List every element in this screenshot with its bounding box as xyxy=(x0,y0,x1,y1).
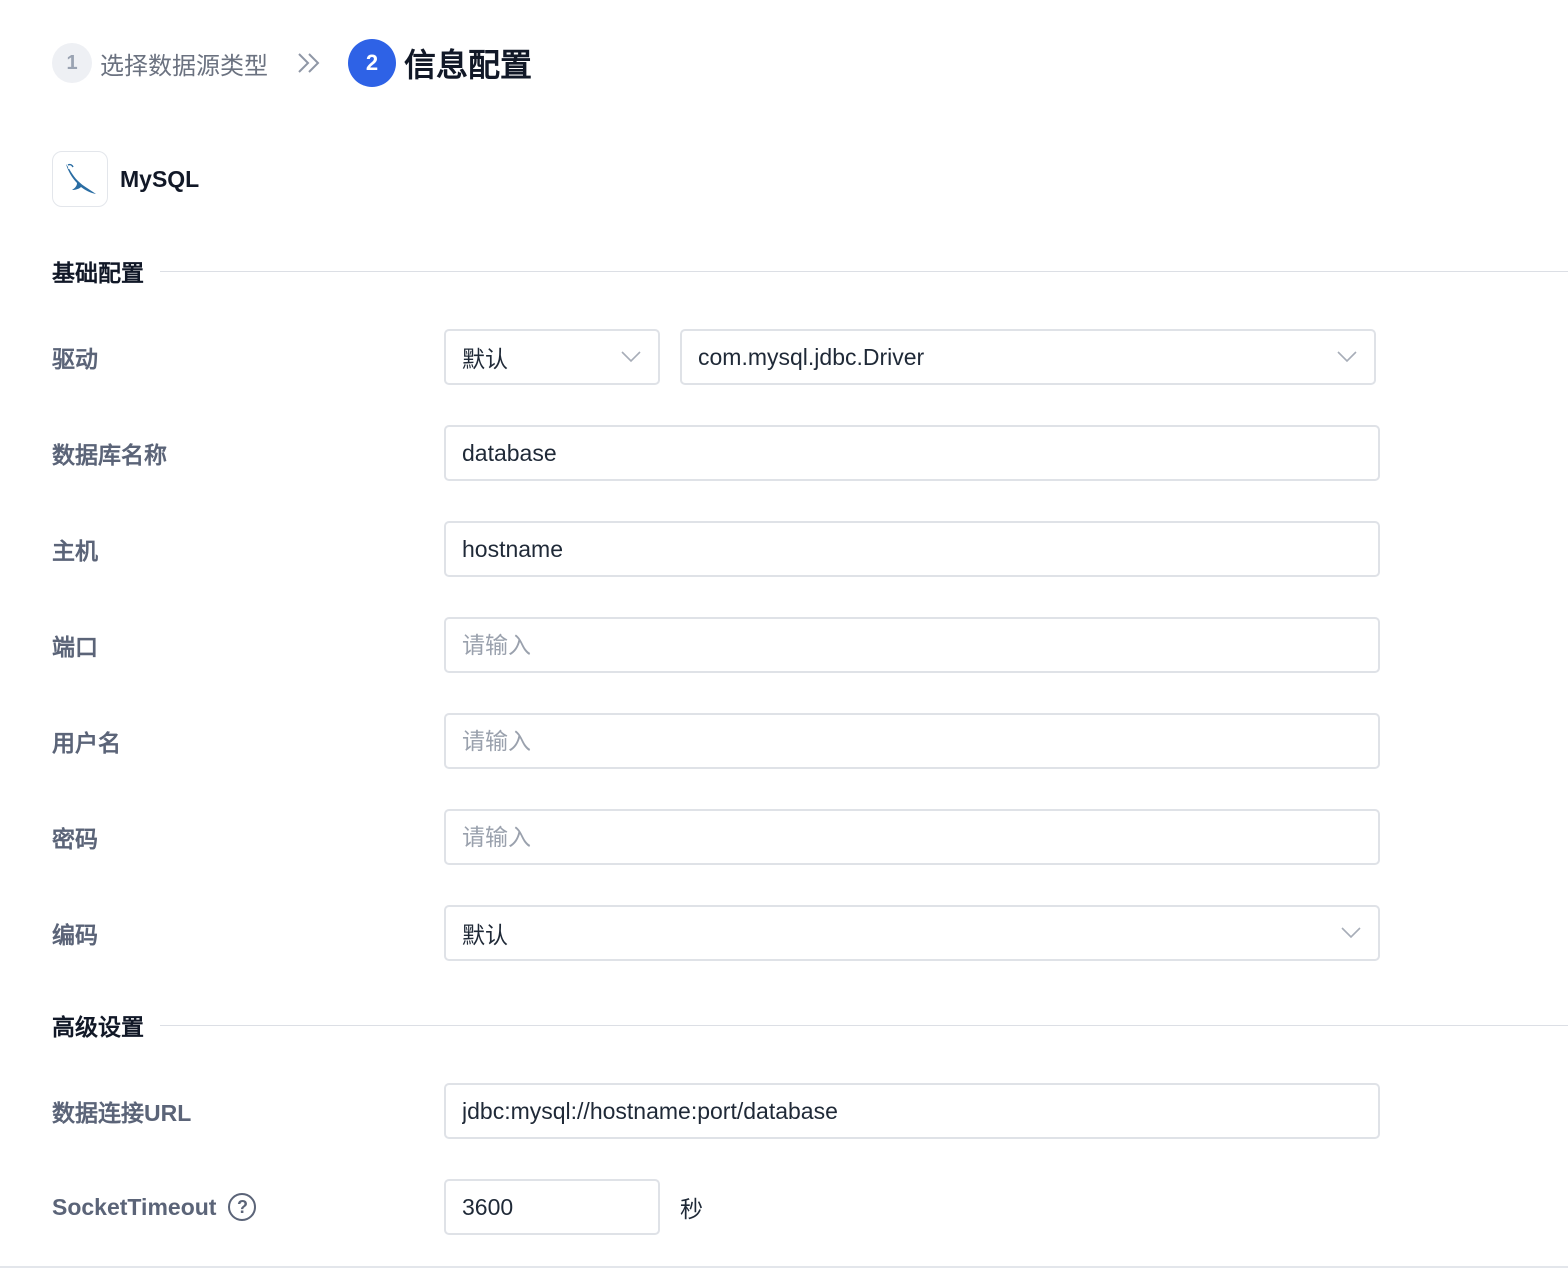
step-2-label: 信息配置 xyxy=(404,47,533,83)
username-row: 用户名 xyxy=(52,713,1380,769)
section-divider xyxy=(160,1024,1568,1026)
username-field[interactable] xyxy=(444,713,1380,769)
section-basic: 基础配置 xyxy=(52,254,1568,288)
driver-mode-value: 默认 xyxy=(462,346,508,372)
url-label: 数据连接URL xyxy=(52,1100,192,1126)
port-input[interactable] xyxy=(462,631,1362,659)
chevron-down-icon xyxy=(1337,351,1357,363)
host-input[interactable] xyxy=(462,535,1362,563)
username-input[interactable] xyxy=(462,727,1362,755)
host-row: 主机 xyxy=(52,521,1380,577)
driver-class-select[interactable]: com.mysql.jdbc.Driver xyxy=(680,329,1376,385)
step-2-number: 2 xyxy=(348,39,396,87)
port-label: 端口 xyxy=(52,634,98,660)
password-label: 密码 xyxy=(52,826,98,852)
username-label: 用户名 xyxy=(52,730,121,756)
section-advanced: 高级设置 xyxy=(52,1008,1568,1042)
datasource-badge: MySQL xyxy=(52,151,199,207)
database-label: 数据库名称 xyxy=(52,442,167,468)
datasource-name: MySQL xyxy=(120,165,200,192)
host-field[interactable] xyxy=(444,521,1380,577)
database-row: 数据库名称 xyxy=(52,425,1380,481)
chevron-down-icon xyxy=(1341,927,1361,939)
driver-mode-select[interactable]: 默认 xyxy=(444,329,660,385)
database-input[interactable] xyxy=(462,439,1362,467)
password-field[interactable] xyxy=(444,809,1380,865)
url-field[interactable] xyxy=(444,1083,1380,1139)
encoding-select[interactable]: 默认 xyxy=(444,905,1380,961)
double-chevron-right-icon xyxy=(296,49,322,77)
socket-timeout-label-group: SocketTimeout ? xyxy=(52,1193,444,1221)
port-row: 端口 xyxy=(52,617,1380,673)
section-basic-title: 基础配置 xyxy=(52,260,144,286)
steps-header: 1 选择数据源类型 2 信息配置 xyxy=(52,39,532,87)
socket-timeout-input[interactable] xyxy=(462,1193,642,1221)
socket-timeout-field[interactable] xyxy=(444,1179,660,1235)
url-input[interactable] xyxy=(462,1097,1362,1125)
password-row: 密码 xyxy=(52,809,1380,865)
driver-row: 驱动 默认 com.mysql.jdbc.Driver xyxy=(52,329,1376,385)
section-divider xyxy=(160,270,1568,272)
encoding-label: 编码 xyxy=(52,922,98,948)
host-label: 主机 xyxy=(52,538,98,564)
password-input[interactable] xyxy=(462,823,1362,851)
driver-class-value: com.mysql.jdbc.Driver xyxy=(698,343,925,370)
section-advanced-title: 高级设置 xyxy=(52,1014,144,1040)
socket-timeout-label: SocketTimeout xyxy=(52,1193,217,1220)
chevron-down-icon xyxy=(621,351,641,363)
step-1[interactable]: 1 选择数据源类型 xyxy=(52,43,268,83)
step-1-label: 选择数据源类型 xyxy=(100,52,268,80)
datasource-config-page: 1 选择数据源类型 2 信息配置 MySQL 基础配置 驱动 默认 com.my… xyxy=(0,0,1568,1270)
url-row: 数据连接URL xyxy=(52,1083,1380,1139)
step-2[interactable]: 2 信息配置 xyxy=(348,39,532,87)
driver-label: 驱动 xyxy=(52,346,98,372)
footer-divider xyxy=(0,1266,1568,1268)
encoding-value: 默认 xyxy=(462,922,508,948)
socket-timeout-row: SocketTimeout ? 秒 xyxy=(52,1179,703,1235)
step-1-number: 1 xyxy=(52,43,92,83)
port-field[interactable] xyxy=(444,617,1380,673)
database-field[interactable] xyxy=(444,425,1380,481)
help-circle-icon[interactable]: ? xyxy=(228,1193,257,1221)
mysql-dolphin-icon xyxy=(52,151,108,207)
encoding-row: 编码 默认 xyxy=(52,905,1380,961)
socket-timeout-unit: 秒 xyxy=(680,1196,703,1222)
